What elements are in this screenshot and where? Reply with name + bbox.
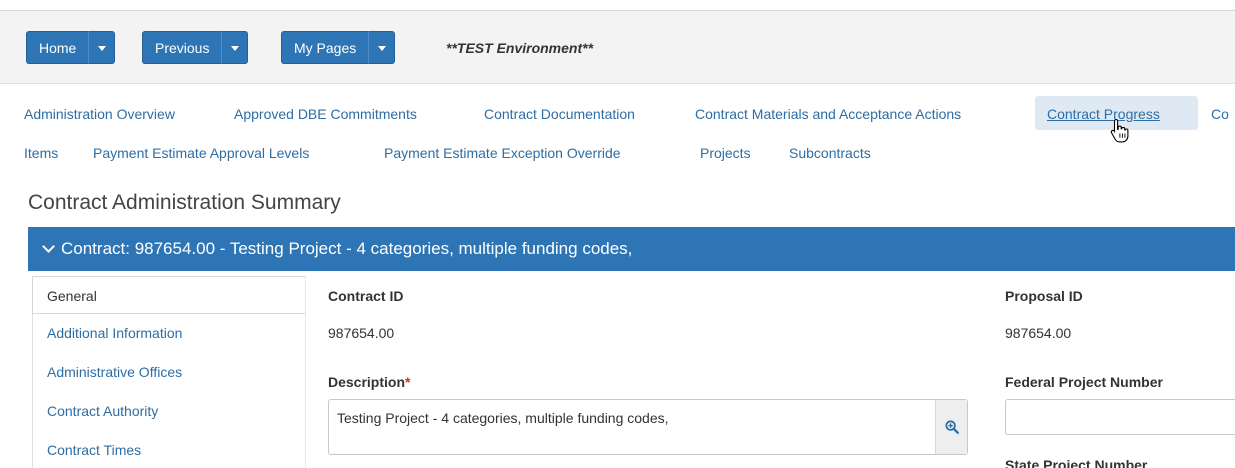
environment-label: **TEST Environment** [446, 40, 594, 56]
nav-link-payment-estimate-exception-override[interactable]: Payment Estimate Exception Override [384, 145, 621, 161]
mypages-button-group: My Pages [281, 31, 396, 64]
description-field[interactable]: Testing Project - 4 categories, multiple… [328, 399, 968, 455]
sidebar-item-contract-authority[interactable]: Contract Authority [32, 392, 305, 431]
sidebar-tabs: General Additional Information Administr… [32, 276, 305, 468]
sidebar-item-additional-information[interactable]: Additional Information [32, 314, 305, 353]
panel-divider [305, 276, 306, 468]
description-label-text: Description [328, 374, 406, 390]
contract-id-value: 987654.00 [328, 325, 395, 341]
chevron-down-icon [42, 240, 55, 253]
description-zoom-button[interactable] [935, 400, 967, 454]
nav-link-projects[interactable]: Projects [700, 145, 751, 161]
proposal-id-label: Proposal ID [1005, 288, 1083, 304]
federal-project-number-label: Federal Project Number [1005, 374, 1163, 390]
contract-header-bar[interactable]: Contract: 987654.00 - Testing Project - … [28, 227, 1235, 271]
my-pages-button[interactable]: My Pages [281, 31, 369, 64]
nav-link-subcontracts[interactable]: Subcontracts [789, 145, 871, 161]
contract-header-text: Contract: 987654.00 - Testing Project - … [61, 239, 633, 258]
description-value: Testing Project - 4 categories, multiple… [337, 410, 669, 426]
sidebar-item-contract-times[interactable]: Contract Times [32, 431, 305, 468]
description-label: Description* [328, 374, 410, 390]
nav-link-contract-progress[interactable]: Contract Progress [1047, 106, 1160, 122]
contract-id-label: Contract ID [328, 288, 404, 304]
home-caret-down-icon[interactable] [88, 31, 116, 64]
nav-link-contract-documentation[interactable]: Contract Documentation [484, 106, 635, 122]
required-marker: * [405, 374, 411, 390]
previous-button[interactable]: Previous [142, 31, 222, 64]
top-toolbar: Home Previous My Pages **TEST Environmen… [0, 10, 1235, 84]
nav-link-items[interactable]: Items [24, 145, 58, 161]
nav-link-contract-materials[interactable]: Contract Materials and Acceptance Action… [695, 106, 961, 122]
home-button-group: Home [26, 31, 116, 64]
sidebar-item-administrative-offices[interactable]: Administrative Offices [32, 353, 305, 392]
proposal-id-value: 987654.00 [1005, 325, 1072, 341]
nav-link-administration-overview[interactable]: Administration Overview [24, 106, 175, 122]
previous-button-group: Previous [142, 31, 249, 64]
mypages-caret-down-icon[interactable] [368, 31, 396, 64]
home-button[interactable]: Home [26, 31, 89, 64]
state-project-number-label: State Project Number [1005, 457, 1148, 468]
hand-pointer-icon [1110, 118, 1129, 143]
nav-link-approved-dbe-commitments[interactable]: Approved DBE Commitments [234, 106, 417, 122]
federal-project-number-input[interactable] [1005, 399, 1235, 435]
previous-caret-down-icon[interactable] [221, 31, 249, 64]
sidebar-item-general[interactable]: General [32, 276, 305, 314]
nav-link-payment-estimate-approval-levels[interactable]: Payment Estimate Approval Levels [93, 145, 309, 161]
zoom-in-icon [945, 420, 959, 434]
nav-link-truncated[interactable]: Co [1211, 106, 1229, 122]
page-title: Contract Administration Summary [28, 191, 341, 214]
